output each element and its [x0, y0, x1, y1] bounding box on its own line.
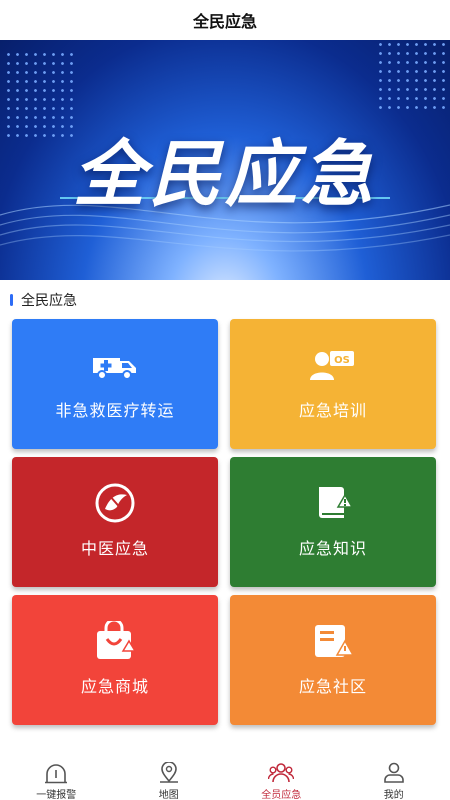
tile-emergency-knowledge[interactable]: 应急知识 — [230, 457, 436, 587]
tcm-icon — [85, 483, 145, 523]
nav-mine[interactable]: 我的 — [338, 752, 450, 800]
tile-emergency-training[interactable]: OS 应急培训 — [230, 319, 436, 449]
banner-carousel[interactable]: 全民应急 — [0, 40, 450, 280]
nav-label: 我的 — [383, 790, 404, 800]
alarm-icon — [43, 762, 69, 784]
section-accent-bar — [10, 294, 13, 306]
tile-label: 中医应急 — [80, 539, 149, 558]
nav-label: 一键报警 — [36, 790, 77, 800]
training-icon: OS — [303, 345, 363, 385]
nav-map[interactable]: 地图 — [113, 752, 226, 800]
nav-all-staff-emergency[interactable]: 全员应急 — [225, 752, 338, 800]
tile-emergency-community[interactable]: 应急社区 — [230, 595, 436, 725]
section-header: 全民应急 — [10, 291, 77, 309]
tile-emergency-mall[interactable]: 应急商城 — [12, 595, 218, 725]
carousel-indicator — [210, 268, 240, 271]
page-title: 全民应急 — [192, 12, 257, 31]
banner-headline: 全民应急 — [72, 132, 377, 216]
nav-one-click-alarm[interactable]: 一键报警 — [0, 752, 113, 800]
tile-label: 应急商城 — [80, 677, 149, 696]
tile-label: 应急社区 — [298, 677, 367, 696]
svg-text:OS: OS — [334, 355, 350, 366]
section-title: 全民应急 — [21, 293, 77, 309]
shopping-bag-icon — [85, 621, 145, 661]
tile-label: 应急培训 — [298, 401, 367, 420]
bottom-navigation: 一键报警 地图 全员应急 我的 — [0, 752, 450, 800]
map-pin-icon — [156, 762, 182, 784]
tile-non-emergency-transport[interactable]: 非急救医疗转运 — [12, 319, 218, 449]
knowledge-book-icon — [303, 483, 363, 523]
nav-label: 地图 — [158, 790, 179, 800]
top-bar: 全民应急 — [0, 0, 450, 40]
tile-tcm-emergency[interactable]: 中医应急 — [12, 457, 218, 587]
user-icon — [381, 762, 407, 784]
tile-label: 非急救医疗转运 — [55, 401, 175, 420]
people-icon — [268, 762, 295, 784]
tile-label: 应急知识 — [298, 539, 367, 558]
nav-label: 全员应急 — [261, 790, 302, 800]
ambulance-icon — [85, 345, 145, 385]
community-icon — [303, 621, 363, 661]
